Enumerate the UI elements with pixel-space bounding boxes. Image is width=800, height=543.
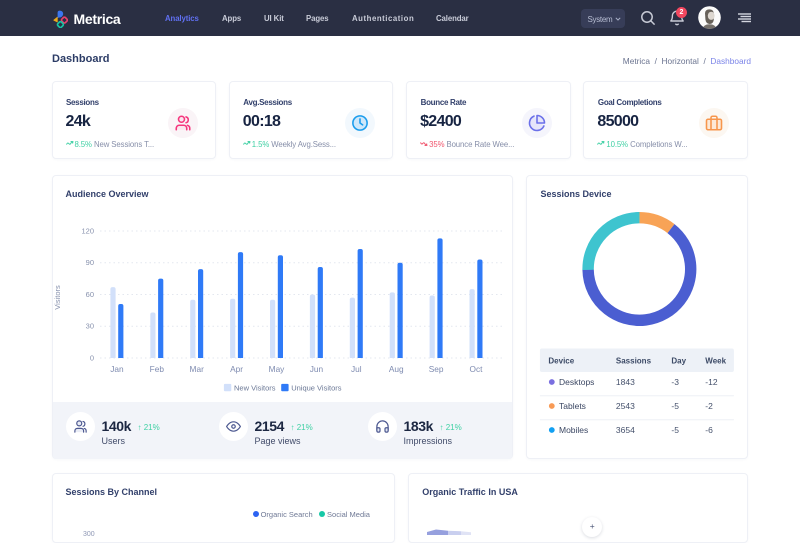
svg-text:-6: -6 [705, 425, 713, 435]
svg-text:Tablets: Tablets [559, 401, 586, 411]
svg-text:Week: Week [705, 356, 726, 365]
svg-text:Oct: Oct [469, 364, 483, 374]
svg-text:Unique Visitors: Unique Visitors [291, 383, 342, 392]
svg-text:Mobiles: Mobiles [559, 425, 588, 435]
svg-text:Day: Day [671, 356, 686, 365]
svg-text:-3: -3 [671, 377, 679, 387]
svg-text:Desktops: Desktops [559, 377, 594, 387]
svg-text:-12: -12 [705, 377, 718, 387]
svg-text:30: 30 [85, 321, 93, 330]
svg-text:Mar: Mar [189, 364, 204, 374]
svg-text:-5: -5 [671, 425, 679, 435]
svg-text:New Visitors: New Visitors [234, 383, 276, 392]
svg-text:Sassions: Sassions [616, 356, 652, 365]
svg-text:Visitors: Visitors [53, 285, 62, 310]
svg-text:-2: -2 [705, 401, 713, 411]
svg-text:90: 90 [85, 258, 93, 267]
svg-text:Jan: Jan [110, 364, 124, 374]
svg-text:May: May [268, 364, 285, 374]
svg-text:Sep: Sep [428, 364, 443, 374]
svg-text:Jun: Jun [309, 364, 323, 374]
svg-text:Aug: Aug [388, 364, 403, 374]
svg-text:-5: -5 [671, 401, 679, 411]
svg-text:Apr: Apr [230, 364, 243, 374]
svg-text:Feb: Feb [149, 364, 164, 374]
svg-text:120: 120 [81, 226, 94, 235]
svg-text:2543: 2543 [616, 401, 635, 411]
svg-text:60: 60 [85, 289, 93, 298]
svg-text:Jul: Jul [350, 364, 361, 374]
svg-text:0: 0 [89, 353, 93, 362]
svg-text:Device: Device [548, 356, 574, 365]
svg-text:1843: 1843 [616, 377, 635, 387]
svg-text:3654: 3654 [616, 425, 635, 435]
